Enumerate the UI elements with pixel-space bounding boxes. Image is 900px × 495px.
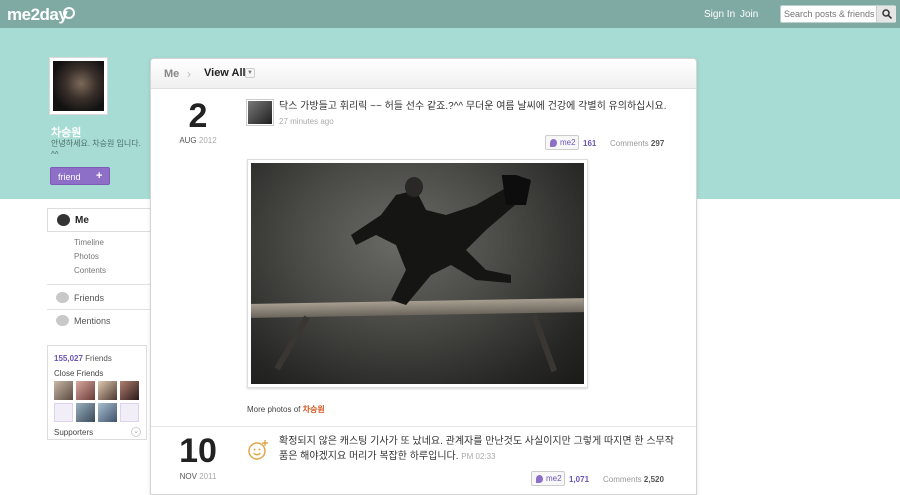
post-date-day: 2 — [188, 97, 208, 135]
photo-plank-leg — [530, 313, 558, 373]
nav-divider — [47, 309, 150, 310]
friends-count-value: 155,027 — [54, 354, 83, 363]
me2-button[interactable]: me2 — [531, 471, 565, 486]
me2day-logo[interactable]: me2day — [7, 5, 68, 25]
me2-icon — [550, 139, 557, 147]
nav-timeline[interactable]: Timeline — [74, 238, 104, 247]
post-date-day: 10 — [179, 432, 217, 470]
search-icon — [882, 9, 892, 19]
post-year: 2012 — [198, 136, 217, 145]
avatar[interactable] — [49, 57, 108, 115]
friends-count[interactable]: 155,027 Friends — [54, 354, 112, 363]
dropdown-arrow-icon[interactable]: ▼ — [245, 68, 255, 78]
nav-photos[interactable]: Photos — [74, 252, 99, 261]
friends-panel: 155,027 Friends Close Friends Supporters… — [47, 345, 147, 440]
top-bar: me2day Sign In Join — [0, 0, 900, 28]
breadcrumb-view-all[interactable]: View All — [204, 67, 246, 79]
nav-friends-label: Friends — [74, 293, 105, 303]
me2-label: me2 — [560, 138, 576, 147]
photo-plank-leg — [274, 315, 310, 371]
breadcrumb-me[interactable]: Me — [164, 68, 179, 80]
smile-plus-icon[interactable] — [247, 439, 269, 461]
comments-link[interactable]: Comments 2,520 — [603, 475, 664, 484]
avatar-image — [53, 61, 104, 111]
nav-me-label: Me — [75, 215, 89, 226]
timeline-card: Me › View All ▼ 2 AUG 2012 닥스 가방들고 휘리릭 ~… — [150, 58, 697, 495]
nav-contents[interactable]: Contents — [74, 266, 106, 275]
friend-thumb[interactable] — [120, 381, 139, 400]
friend-thumb[interactable] — [76, 381, 95, 400]
friend-thumb[interactable] — [98, 381, 117, 400]
post-time[interactable]: PM 02:33 — [461, 452, 495, 461]
friend-button[interactable]: friend + — [50, 167, 110, 185]
supporters-label[interactable]: Supporters — [54, 428, 93, 437]
post-date-month: AUG 2012 — [168, 136, 228, 145]
friend-thumb[interactable] — [98, 403, 117, 422]
post-month: AUG — [179, 136, 197, 145]
friend-button-label: friend — [58, 172, 81, 182]
post-author-image — [248, 101, 272, 124]
post-time[interactable]: 27 minutes ago — [279, 117, 334, 126]
more-photos-label: More photos of — [247, 405, 301, 414]
comments-label: Comments — [603, 475, 642, 484]
me2-icon — [536, 475, 543, 483]
post-text: 닥스 가방들고 휘리릭 ~~ 허들 선수 같죠.?^^ 무더운 여름 날씨에 건… — [279, 99, 669, 129]
friends-count-label: Friends — [85, 354, 112, 363]
comments-count: 297 — [650, 139, 665, 148]
friend-thumb[interactable] — [54, 381, 73, 400]
more-photos-name: 차승원 — [302, 405, 325, 414]
comments-label: Comments — [610, 139, 649, 148]
me2-button[interactable]: me2 — [545, 135, 579, 150]
post-month: NOV — [179, 472, 197, 481]
sign-in-link[interactable]: Sign In — [704, 9, 735, 20]
me2-count[interactable]: 1,071 — [569, 475, 589, 484]
photo-figure — [351, 175, 531, 305]
logo-bubble-icon — [63, 7, 75, 19]
close-friends-label: Close Friends — [54, 369, 104, 378]
friends-icon — [56, 292, 69, 303]
post-year: 2011 — [199, 472, 217, 481]
post-photo-image — [251, 163, 584, 384]
nav-me[interactable]: Me — [47, 208, 150, 232]
post-text: 확정되지 않은 캐스팅 기사가 또 났네요. 관계자를 만난것도 사실이지만 그… — [279, 434, 674, 464]
post-divider — [151, 426, 696, 427]
post-photo[interactable] — [247, 159, 588, 388]
search-input[interactable] — [784, 8, 874, 20]
chevron-down-icon[interactable]: ⌄ — [131, 427, 141, 437]
me2-label: me2 — [546, 474, 562, 483]
search-box — [780, 5, 896, 23]
me-bubble-icon — [57, 214, 70, 226]
mentions-icon — [56, 315, 69, 326]
post-date-month: NOV 2011 — [168, 472, 228, 481]
me2-count[interactable]: 161 — [583, 139, 596, 148]
profile-bio: 안녕하세요. 차승원 입니다. ^^ — [51, 139, 141, 159]
friend-thumb[interactable] — [76, 403, 95, 422]
search-button[interactable] — [876, 6, 896, 22]
nav-divider — [47, 284, 150, 285]
post-author-thumb[interactable] — [246, 99, 274, 126]
join-link[interactable]: Join — [740, 9, 758, 20]
friend-thumb[interactable] — [54, 403, 73, 422]
friend-thumb[interactable] — [120, 403, 139, 422]
card-header: Me › View All ▼ — [151, 59, 696, 89]
more-photos-link[interactable]: More photos of 차승원 — [247, 404, 325, 415]
comments-link[interactable]: Comments 297 — [610, 139, 664, 148]
plus-icon: + — [96, 170, 103, 182]
chevron-right-icon: › — [187, 67, 191, 81]
post-body: 닥스 가방들고 휘리릭 ~~ 허들 선수 같죠.?^^ 무더운 여름 날씨에 건… — [279, 101, 667, 112]
comments-count: 2,520 — [643, 475, 664, 484]
nav-mentions-label: Mentions — [74, 316, 111, 326]
